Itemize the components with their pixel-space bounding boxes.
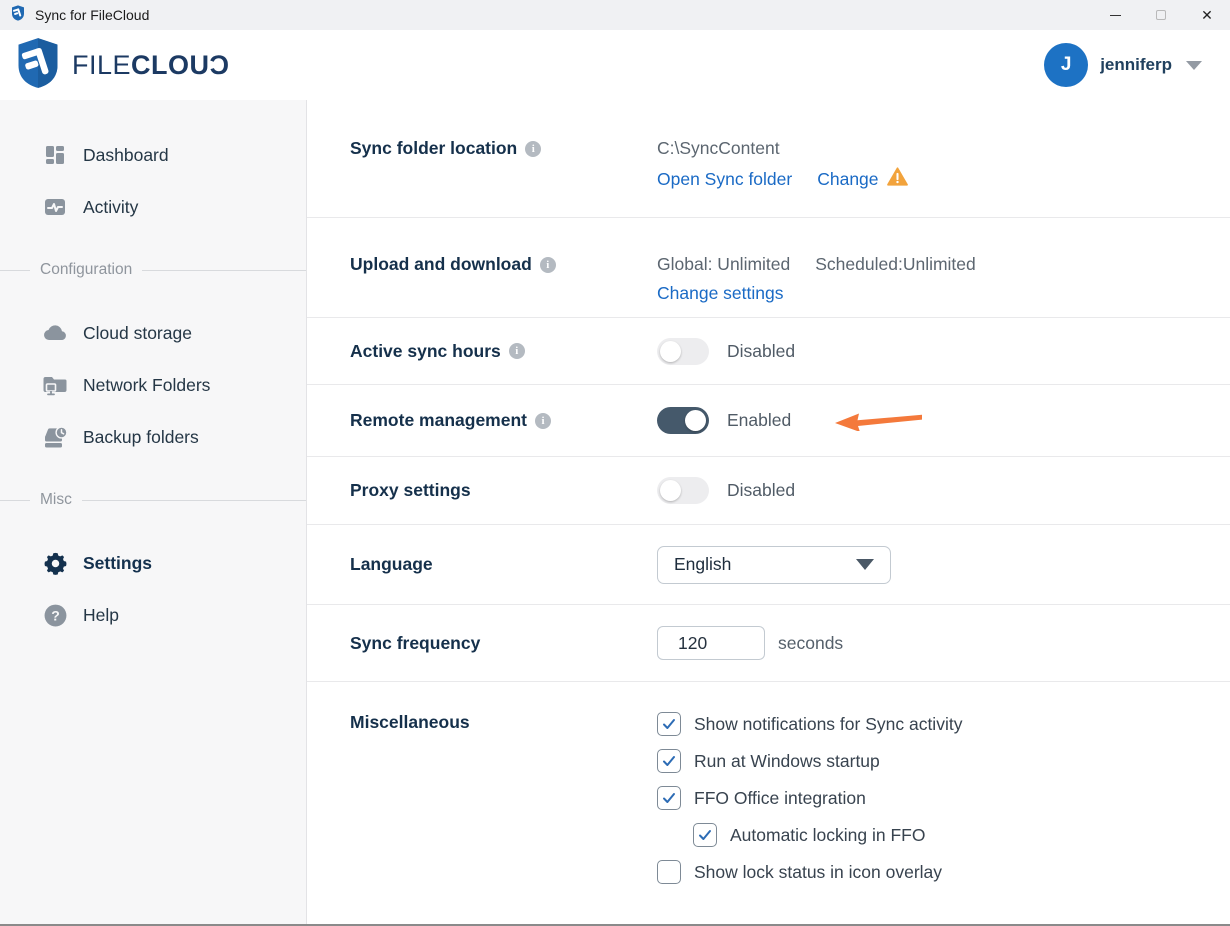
- option-automatic-locking-ffo: Automatic locking in FFO: [693, 823, 962, 847]
- svg-text:?: ?: [51, 607, 60, 623]
- sync-folder-path: C:\SyncContent: [657, 138, 908, 159]
- row-sync-frequency: Sync frequency seconds: [307, 605, 1230, 682]
- warning-icon: [887, 167, 908, 191]
- row-upload-download: Upload and download i Global: Unlimited …: [307, 218, 1230, 318]
- sidebar-item-activity[interactable]: Activity: [0, 181, 306, 233]
- proxy-settings-toggle[interactable]: [657, 477, 709, 504]
- sidebar: Dashboard Activity Configuration Cloud s…: [0, 100, 307, 924]
- app-icon: [10, 5, 26, 26]
- avatar: J: [1044, 43, 1088, 87]
- close-icon: ✕: [1201, 8, 1213, 22]
- header: FILECLOUƆ J jenniferp: [0, 30, 1230, 100]
- gear-icon: [42, 551, 68, 576]
- checkbox-run-at-startup[interactable]: [657, 749, 681, 773]
- change-settings-link[interactable]: Change settings: [657, 283, 976, 304]
- app-window: Sync for FileCloud ✕ FILECLOUƆ J jennife…: [0, 0, 1230, 926]
- chevron-down-icon: [856, 559, 874, 570]
- row-sync-folder-location: Sync folder location i C:\SyncContent Op…: [307, 100, 1230, 218]
- remote-management-toggle[interactable]: [657, 407, 709, 434]
- change-folder-link[interactable]: Change: [817, 169, 878, 190]
- active-sync-hours-label: Active sync hours: [350, 341, 501, 362]
- language-select[interactable]: English: [657, 546, 891, 584]
- username: jenniferp: [1100, 55, 1172, 75]
- window-title: Sync for FileCloud: [35, 7, 149, 23]
- proxy-settings-label: Proxy settings: [350, 480, 471, 501]
- callout-arrow-icon: [835, 411, 923, 431]
- minimize-button[interactable]: [1092, 0, 1138, 30]
- option-show-notifications: Show notifications for Sync activity: [657, 712, 962, 736]
- sync-folder-label: Sync folder location: [350, 138, 517, 159]
- scheduled-limit-value: Scheduled:Unlimited: [815, 254, 976, 275]
- minimize-icon: [1110, 15, 1121, 16]
- info-icon[interactable]: i: [509, 343, 525, 359]
- active-sync-hours-state: Disabled: [727, 341, 795, 362]
- cloud-icon: [42, 321, 68, 345]
- active-sync-hours-toggle[interactable]: [657, 338, 709, 365]
- activity-icon: [42, 195, 68, 219]
- sidebar-item-backup-folders[interactable]: Backup folders: [0, 411, 306, 463]
- sidebar-item-help[interactable]: ? Help: [0, 589, 306, 641]
- row-proxy-settings: Proxy settings Disabled: [307, 457, 1230, 525]
- maximize-button[interactable]: [1138, 0, 1184, 30]
- proxy-settings-state: Disabled: [727, 480, 795, 501]
- user-menu[interactable]: J jenniferp: [1044, 43, 1202, 87]
- row-remote-management: Remote management i Enabled: [307, 385, 1230, 457]
- sidebar-section-misc: Misc: [0, 463, 306, 537]
- filecloud-shield-icon: [16, 37, 60, 94]
- info-icon[interactable]: i: [525, 141, 541, 157]
- checkbox-automatic-locking-ffo[interactable]: [693, 823, 717, 847]
- close-button[interactable]: ✕: [1184, 0, 1230, 30]
- checkbox-ffo-office-integration[interactable]: [657, 786, 681, 810]
- checkbox-show-notifications[interactable]: [657, 712, 681, 736]
- info-icon[interactable]: i: [535, 413, 551, 429]
- remote-management-state: Enabled: [727, 410, 791, 431]
- sidebar-section-configuration: Configuration: [0, 233, 306, 307]
- remote-management-label: Remote management: [350, 410, 527, 431]
- maximize-icon: [1156, 10, 1166, 20]
- language-label: Language: [350, 554, 433, 575]
- language-value: English: [674, 554, 856, 575]
- row-miscellaneous: Miscellaneous Show notifications for Syn…: [307, 682, 1230, 918]
- settings-panel: Sync folder location i C:\SyncContent Op…: [307, 100, 1230, 924]
- sidebar-item-dashboard[interactable]: Dashboard: [0, 129, 306, 181]
- row-active-sync-hours: Active sync hours i Disabled: [307, 318, 1230, 385]
- filecloud-logo: FILECLOUƆ: [16, 37, 230, 94]
- row-language: Language English: [307, 525, 1230, 605]
- chevron-down-icon: [1186, 61, 1202, 70]
- dashboard-icon: [42, 143, 68, 167]
- logo-wordmark: FILECLOUƆ: [72, 50, 230, 81]
- sync-frequency-unit: seconds: [778, 633, 843, 654]
- global-limit-value: Global: Unlimited: [657, 254, 790, 275]
- option-ffo-office-integration: FFO Office integration: [657, 786, 962, 810]
- help-icon: ?: [42, 603, 68, 628]
- option-run-at-startup: Run at Windows startup: [657, 749, 962, 773]
- titlebar: Sync for FileCloud ✕: [0, 0, 1230, 30]
- open-sync-folder-link[interactable]: Open Sync folder: [657, 169, 792, 190]
- network-folder-icon: [42, 372, 68, 398]
- sidebar-item-cloud-storage[interactable]: Cloud storage: [0, 307, 306, 359]
- option-show-lock-status: Show lock status in icon overlay: [657, 860, 962, 884]
- info-icon[interactable]: i: [540, 257, 556, 273]
- miscellaneous-label: Miscellaneous: [350, 712, 470, 733]
- backup-folders-icon: [42, 424, 68, 450]
- sidebar-item-network-folders[interactable]: Network Folders: [0, 359, 306, 411]
- sidebar-item-settings[interactable]: Settings: [0, 537, 306, 589]
- sync-frequency-label: Sync frequency: [350, 633, 480, 654]
- sync-frequency-input[interactable]: [657, 626, 765, 660]
- upload-download-label: Upload and download: [350, 254, 532, 275]
- checkbox-show-lock-status[interactable]: [657, 860, 681, 884]
